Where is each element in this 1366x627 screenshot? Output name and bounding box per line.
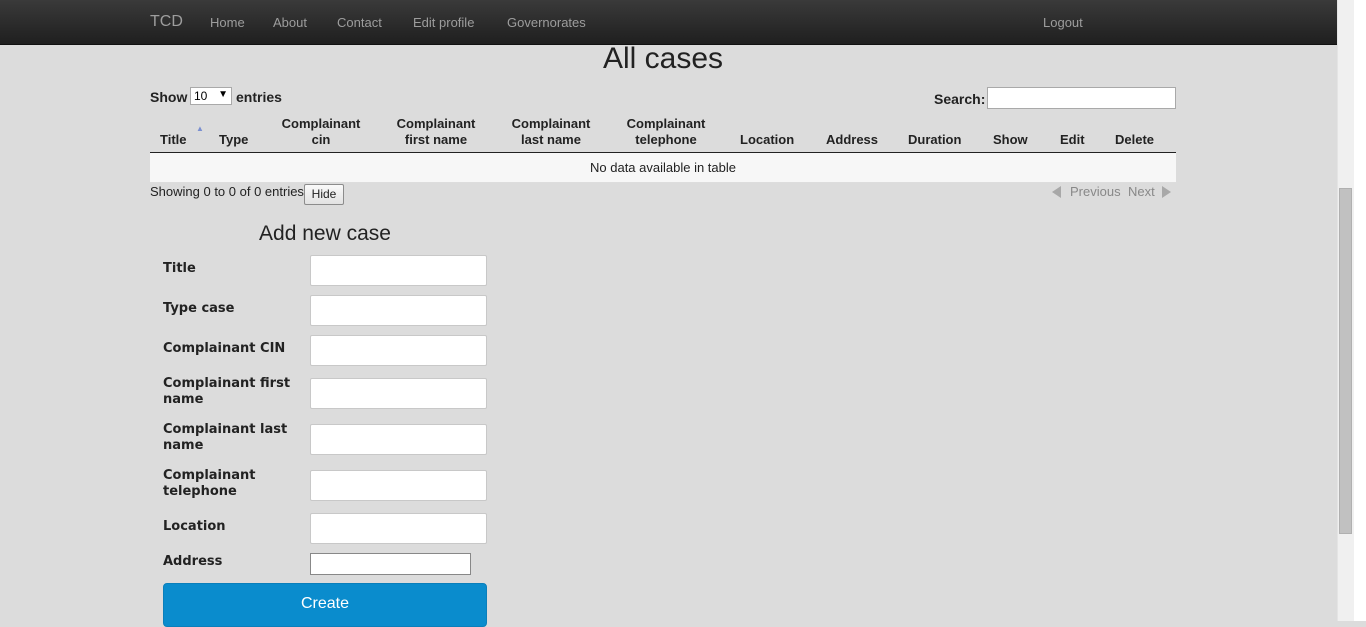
nav-about[interactable]: About: [273, 15, 307, 30]
col-type[interactable]: Type: [219, 132, 248, 148]
brand-logo[interactable]: TCD: [150, 13, 183, 31]
search-label: Search:: [934, 91, 986, 107]
col-show[interactable]: Show: [993, 132, 1028, 148]
hide-button[interactable]: Hide: [304, 184, 344, 205]
col-edit[interactable]: Edit: [1060, 132, 1085, 148]
complainant-last-name-input[interactable]: [310, 424, 487, 455]
nav-edit-profile[interactable]: Edit profile: [413, 15, 474, 30]
next-arrow-icon: [1162, 186, 1171, 198]
label-address: Address: [163, 554, 223, 569]
label-complainant-last-name: Complainant last name: [163, 422, 288, 453]
entries-label: entries: [236, 89, 282, 105]
create-button[interactable]: Create: [163, 583, 487, 627]
title-input[interactable]: [310, 255, 487, 286]
complainant-telephone-input[interactable]: [310, 470, 487, 501]
label-complainant-first-name: Complainant first name: [163, 376, 291, 407]
table-empty-row: No data available in table: [150, 153, 1176, 183]
page-edge: [1354, 0, 1366, 621]
col-complainant-last-name[interactable]: Complainant last name: [511, 116, 591, 148]
col-delete[interactable]: Delete: [1115, 132, 1154, 148]
page-length-value: 10: [194, 89, 208, 103]
label-title: Title: [163, 261, 196, 276]
sort-ascending-icon: ▲: [196, 124, 204, 133]
label-complainant-telephone: Complainant telephone: [163, 468, 256, 499]
label-complainant-cin: Complainant CIN: [163, 341, 286, 356]
search-input[interactable]: [987, 87, 1176, 109]
table-info: Showing 0 to 0 of 0 entries: [150, 184, 304, 199]
previous-button[interactable]: Previous: [1070, 184, 1121, 199]
col-complainant-telephone[interactable]: Complainant telephone: [626, 116, 706, 148]
complainant-first-name-input[interactable]: [310, 378, 487, 409]
cases-table-header: Title Type Complainant cin Complainant fir…: [150, 114, 1176, 153]
address-input[interactable]: [310, 553, 471, 575]
dropdown-arrow-icon: ▼: [218, 89, 228, 100]
top-navbar: TCD Home About Contact Edit profile Gove…: [0, 0, 1337, 45]
location-input[interactable]: [310, 513, 487, 544]
label-type-case: Type case: [163, 301, 235, 316]
col-complainant-cin[interactable]: Complainant cin: [281, 116, 361, 148]
nav-contact[interactable]: Contact: [337, 15, 382, 30]
col-complainant-first-name[interactable]: Complainant first name: [396, 116, 476, 148]
form-title: Add new case: [259, 222, 391, 245]
page-title: All cases: [602, 42, 724, 75]
scrollbar-thumb[interactable]: [1339, 188, 1352, 534]
col-location[interactable]: Location: [740, 132, 794, 148]
show-label: Show: [150, 89, 188, 105]
previous-arrow-icon: [1052, 186, 1061, 198]
page-length-select[interactable]: 10 ▼: [190, 87, 232, 105]
nav-home[interactable]: Home: [210, 15, 245, 30]
type-case-input[interactable]: [310, 295, 487, 326]
label-location: Location: [163, 519, 226, 534]
complainant-cin-input[interactable]: [310, 335, 487, 366]
col-address[interactable]: Address: [826, 132, 878, 148]
next-button[interactable]: Next: [1128, 184, 1155, 199]
col-duration[interactable]: Duration: [908, 132, 961, 148]
nav-governorates[interactable]: Governorates: [507, 15, 586, 30]
nav-logout[interactable]: Logout: [1043, 15, 1083, 30]
col-title[interactable]: Title: [160, 132, 187, 148]
